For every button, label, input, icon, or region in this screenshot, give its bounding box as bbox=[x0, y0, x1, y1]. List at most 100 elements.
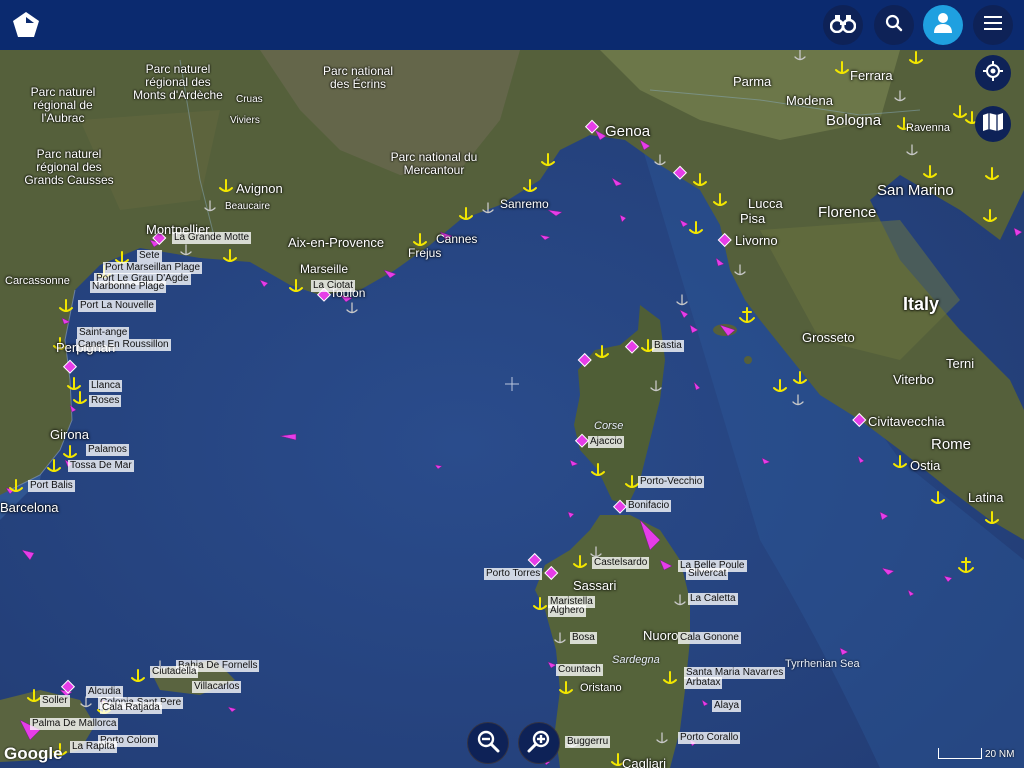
port-label[interactable]: Ajaccio bbox=[588, 436, 625, 448]
port-label[interactable]: Cala Gonone bbox=[678, 632, 741, 644]
city-label: Oristano bbox=[580, 682, 622, 694]
scale-label: 20 NM bbox=[985, 749, 1015, 760]
city-label: Lucca bbox=[748, 196, 783, 211]
port-label[interactable]: Port La Nouvelle bbox=[78, 300, 156, 312]
port-label[interactable]: Tossa De Mar bbox=[68, 460, 134, 472]
port-label[interactable]: Llanca bbox=[89, 380, 123, 392]
map-terrain bbox=[0, 50, 1024, 768]
country-label-italy: Italy bbox=[903, 294, 940, 314]
port-label[interactable]: Soller bbox=[40, 695, 70, 707]
city-label: Livorno bbox=[735, 233, 778, 248]
zoom-in-button[interactable] bbox=[518, 722, 560, 764]
park-label-mercantour: Parc national du Mercantour bbox=[390, 150, 478, 177]
city-label-rome: Rome bbox=[931, 436, 972, 453]
port-label[interactable]: Sete bbox=[137, 250, 162, 262]
port-label[interactable]: La Rapita bbox=[70, 741, 117, 753]
port-label[interactable]: Porto Corallo bbox=[678, 732, 741, 744]
satellite-map[interactable]: Italy Bologna San Marino Florence Rome G… bbox=[0, 50, 1024, 768]
port-label[interactable]: Buggerru bbox=[565, 736, 611, 748]
city-label: Ostia bbox=[910, 458, 941, 473]
city-label-genoa: Genoa bbox=[605, 123, 651, 140]
port-label[interactable]: Palamos bbox=[86, 444, 129, 456]
city-label: Nuoro bbox=[643, 628, 679, 643]
map-layers-button[interactable] bbox=[975, 106, 1011, 142]
port-label[interactable]: Porto Torres bbox=[484, 568, 543, 580]
menu-button[interactable] bbox=[973, 5, 1013, 45]
city-label: La Ciotat bbox=[311, 280, 356, 292]
port-label[interactable]: Cala Ratjada bbox=[100, 702, 162, 714]
city-label-san-marino: San Marino bbox=[877, 182, 954, 199]
port-label[interactable]: Palma De Mallorca bbox=[30, 718, 119, 730]
park-label-grands-causses: Parc naturel régional des Grands Causses bbox=[24, 147, 114, 187]
top-bar bbox=[0, 0, 1024, 50]
city-label: Grosseto bbox=[802, 330, 855, 345]
map-center-crosshair-icon bbox=[505, 377, 519, 391]
binoculars-button[interactable] bbox=[823, 5, 863, 45]
city-label: Avignon bbox=[236, 181, 283, 196]
city-label: Civitavecchia bbox=[868, 414, 945, 429]
zoom-out-button[interactable] bbox=[467, 722, 509, 764]
port-label[interactable]: Ciutadella bbox=[150, 666, 199, 678]
city-label: Terni bbox=[946, 356, 975, 371]
city-label: Pisa bbox=[740, 211, 766, 226]
city-label: Cannes bbox=[436, 232, 478, 246]
city-label-bologna: Bologna bbox=[826, 112, 882, 129]
city-label: Viterbo bbox=[893, 372, 934, 387]
city-label: Cruas bbox=[236, 94, 263, 105]
city-label: Beaucaire bbox=[225, 201, 271, 212]
port-label[interactable]: Countach bbox=[556, 664, 603, 676]
city-label: Sanremo bbox=[500, 197, 549, 211]
zoom-in-icon bbox=[527, 729, 551, 758]
city-label: Cagliari bbox=[622, 756, 667, 768]
port-label[interactable]: Porto-Vecchio bbox=[638, 476, 705, 488]
port-label[interactable]: La Caletta bbox=[688, 593, 738, 605]
user-avatar-icon bbox=[933, 12, 953, 39]
port-label[interactable]: La Grande Motte bbox=[172, 232, 252, 244]
region-label-corse: Corse bbox=[594, 420, 624, 432]
port-label[interactable]: Alaya bbox=[712, 700, 742, 712]
city-label: Modena bbox=[786, 93, 833, 108]
city-label: Carcassonne bbox=[5, 275, 70, 287]
city-label: Viviers bbox=[230, 115, 260, 126]
port-label[interactable]: Roses bbox=[89, 395, 122, 407]
city-label: Sassari bbox=[573, 578, 617, 593]
port-label[interactable]: Bastia bbox=[652, 340, 684, 352]
hamburger-menu-icon bbox=[984, 15, 1002, 35]
crosshair-locate-icon bbox=[982, 60, 1004, 87]
city-label-florence: Florence bbox=[818, 204, 877, 221]
zoom-out-icon bbox=[476, 729, 500, 758]
locate-button[interactable] bbox=[975, 55, 1011, 91]
port-label[interactable]: Saint-ange bbox=[77, 327, 130, 339]
city-label: Aix-en-Provence bbox=[288, 235, 385, 250]
city-label: Ravenna bbox=[906, 122, 951, 134]
park-label-ardeche: Parc naturel régional des Monts d'Ardèch… bbox=[133, 62, 223, 102]
sea-label-tyrrhenian: Tyrrhenian Sea bbox=[785, 658, 860, 670]
port-label[interactable]: Bonifacio bbox=[626, 500, 672, 512]
city-label: Barcelona bbox=[0, 500, 59, 515]
port-label[interactable]: Villacarlos bbox=[192, 681, 242, 693]
port-label[interactable]: Alghero bbox=[548, 605, 587, 617]
park-label-aubrac: Parc naturel régional de l'Aubrac bbox=[30, 85, 96, 125]
region-label-sardegna: Sardegna bbox=[612, 654, 660, 666]
user-account-button[interactable] bbox=[923, 5, 963, 45]
search-button[interactable] bbox=[874, 5, 914, 45]
city-label: Marseille bbox=[300, 262, 349, 276]
city-label: Parma bbox=[733, 74, 772, 89]
scale-bar bbox=[938, 748, 982, 759]
google-attribution: Google bbox=[4, 744, 63, 763]
port-label[interactable]: Canet En Roussillon bbox=[76, 339, 171, 351]
pentagon-logo-icon[interactable] bbox=[10, 9, 42, 41]
park-label-ecrins: Parc national des Écrins bbox=[322, 64, 394, 91]
port-label[interactable]: Bosa bbox=[570, 632, 597, 644]
map-layers-icon bbox=[982, 112, 1004, 137]
city-label: Frejus bbox=[408, 246, 442, 260]
port-label[interactable]: Narbonne Plage bbox=[90, 281, 167, 293]
port-label[interactable]: Castelsardo bbox=[592, 557, 650, 569]
port-label[interactable]: Arbatax bbox=[684, 677, 723, 689]
city-label: Girona bbox=[50, 427, 90, 442]
port-label[interactable]: Silvercat bbox=[686, 568, 729, 580]
binoculars-icon bbox=[829, 13, 857, 38]
city-label: Ferrara bbox=[850, 68, 893, 83]
city-label: Latina bbox=[968, 490, 1004, 505]
port-label[interactable]: Port Balis bbox=[28, 480, 75, 492]
